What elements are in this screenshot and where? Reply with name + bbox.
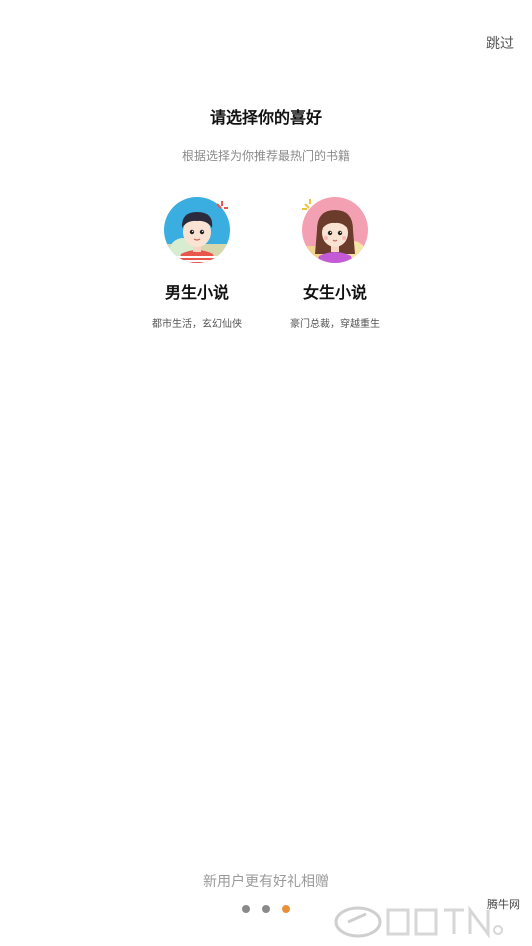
male-novel-option[interactable]: 男生小说 都市生活，玄幻仙侠 — [127, 192, 267, 330]
pagination-dot-active[interactable] — [282, 905, 290, 913]
female-novel-option[interactable]: 女生小说 豪门总裁，穿越重生 — [265, 192, 405, 330]
skip-button[interactable]: 跳过 — [486, 33, 514, 53]
male-avatar-icon — [164, 197, 230, 263]
female-avatar-icon — [302, 197, 368, 263]
male-novel-description: 都市生活，玄幻仙侠 — [152, 319, 242, 330]
female-novel-label: 女生小说 — [302, 283, 367, 302]
pagination-dot[interactable] — [262, 905, 270, 913]
new-user-promo: 新用户更有好礼相赠 — [203, 874, 329, 890]
page-title: 请选择你的喜好 — [209, 108, 322, 127]
male-novel-label: 男生小说 — [164, 283, 229, 302]
female-novel-description: 豪门总裁，穿越重生 — [290, 319, 380, 330]
page-subtitle: 根据选择为你推荐最热门的书籍 — [181, 149, 350, 163]
pagination-dot[interactable] — [242, 905, 250, 913]
watermark-logo: 腾牛网 — [318, 892, 528, 942]
watermark-text: 腾牛网 — [487, 898, 520, 911]
